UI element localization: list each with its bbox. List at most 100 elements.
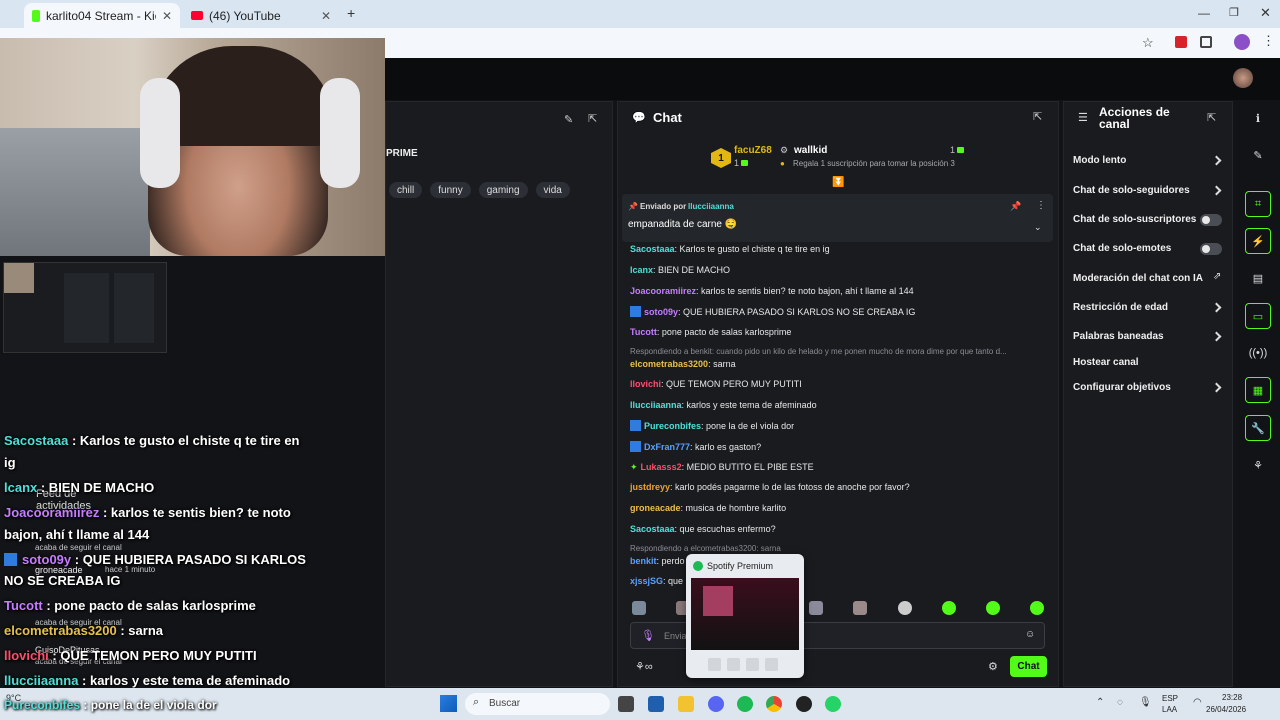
chat-username[interactable]: Joacooramiirez — [630, 286, 696, 296]
tab-youtube[interactable]: (46) YouTube ✕ — [183, 3, 339, 28]
screenshot-icon[interactable]: ⌗ — [1245, 191, 1271, 217]
chat-username[interactable]: justdreyy — [630, 482, 670, 492]
network-icon[interactable]: ◌ — [1117, 697, 1123, 708]
edit-pencil-icon[interactable]: ✎ — [564, 113, 573, 126]
maximize-icon[interactable]: ❐ — [1229, 6, 1239, 19]
store-icon[interactable] — [648, 696, 664, 712]
extensions-puzzle-icon[interactable] — [1200, 36, 1212, 48]
stream-tag[interactable]: chill — [389, 182, 423, 198]
close-tab-icon[interactable]: ✕ — [162, 9, 172, 23]
emoji-icon[interactable]: ☺ — [1025, 629, 1035, 640]
language-indicator[interactable]: ESP — [1162, 694, 1178, 703]
action-set-goals[interactable]: Configurar objetivos — [1073, 382, 1171, 393]
stream-tag[interactable]: funny — [430, 182, 471, 198]
edit-pencil-icon[interactable]: ✎ — [1245, 142, 1271, 168]
avatar[interactable] — [1233, 68, 1253, 88]
back-icon[interactable] — [727, 658, 740, 671]
send-chat-button[interactable]: Chat — [1010, 656, 1047, 677]
clock-time[interactable]: 23:28 — [1222, 693, 1242, 702]
tab-kick-dashboard[interactable]: karlito04 Stream - Kick Dashbo ✕ — [24, 3, 180, 28]
menu-dots-icon[interactable]: ⋮ — [1262, 33, 1275, 49]
new-tab-button[interactable]: + — [347, 5, 355, 21]
emote-icon[interactable] — [809, 601, 823, 615]
subscribers-only-toggle[interactable] — [1200, 214, 1222, 226]
minimize-icon[interactable]: — — [1198, 6, 1210, 20]
pinned-sent-by-user[interactable]: llucciiaanna — [688, 202, 734, 211]
mod-tools-icon[interactable]: ⚘∞ — [635, 660, 653, 673]
leaderboard-second-user[interactable]: wallkid — [794, 145, 827, 156]
spotify-preview-popup[interactable]: Spotify Premium — [686, 554, 804, 678]
action-host-channel[interactable]: Hostear canal — [1073, 357, 1139, 368]
emote-icon[interactable] — [632, 601, 646, 615]
unpin-icon[interactable]: 📌 — [1010, 201, 1021, 212]
chat-username[interactable]: Lukasss2 — [641, 462, 682, 472]
chat-username[interactable]: llovichi — [630, 379, 661, 389]
emotes-only-toggle[interactable] — [1200, 243, 1222, 255]
wrench-icon[interactable]: 🔧 — [1245, 415, 1271, 441]
chat-username[interactable]: DxFran777 — [644, 442, 690, 452]
mod-tools-icon[interactable]: ⚘ — [1245, 452, 1271, 478]
info-icon[interactable]: ℹ — [1245, 105, 1271, 131]
emote-icon[interactable] — [1030, 601, 1044, 615]
chat-username[interactable]: Sacostaaa — [630, 524, 675, 534]
chat-username[interactable]: elcometrabas3200 — [630, 359, 708, 369]
chat-username[interactable]: xjssjSG — [630, 576, 663, 586]
chrome-icon[interactable] — [766, 696, 782, 712]
popout-icon[interactable]: ⇱ — [1207, 111, 1216, 124]
stream-tag[interactable]: gaming — [478, 182, 528, 198]
extension-icon[interactable] — [1175, 36, 1187, 48]
language-indicator-sub[interactable]: LAA — [1162, 705, 1177, 714]
external-link-icon[interactable]: ⇗ — [1213, 271, 1221, 282]
emote-icon[interactable] — [853, 601, 867, 615]
chat-username[interactable]: soto09y — [644, 307, 678, 317]
popout-icon[interactable]: ⇱ — [588, 112, 597, 125]
action-followers-only[interactable]: Chat de solo-seguidores — [1073, 185, 1190, 196]
broadcast-icon[interactable]: ((•)) — [1245, 340, 1271, 366]
settings-gear-icon[interactable]: ⚙ — [988, 660, 998, 673]
reply-context[interactable]: Respondiendo a benkit: cuando pido un ki… — [630, 347, 1007, 356]
chat-bubble-icon[interactable]: ▭ — [1245, 303, 1271, 329]
chat-username[interactable]: groneacade — [630, 503, 681, 513]
leaderboard-first-user[interactable]: facuZ68 — [734, 145, 772, 156]
bookmark-star-icon[interactable]: ☆ — [1142, 35, 1154, 51]
chevron-down-icon[interactable]: ⌄ — [1034, 222, 1042, 233]
discord-icon[interactable] — [708, 696, 724, 712]
action-slow-mode[interactable]: Modo lento — [1073, 155, 1126, 166]
windows-start-icon[interactable] — [440, 695, 457, 712]
chat-username[interactable]: Tucott — [630, 327, 657, 337]
microphone-icon[interactable]: 🎙 — [1139, 697, 1152, 708]
action-ai-moderation[interactable]: Moderación del chat con IA — [1073, 273, 1203, 284]
next-icon[interactable] — [765, 658, 778, 671]
emote-icon[interactable] — [898, 601, 912, 615]
close-tab-icon[interactable]: ✕ — [321, 9, 331, 23]
action-age-restriction[interactable]: Restricción de edad — [1073, 302, 1168, 313]
action-banned-words[interactable]: Palabras baneadas — [1073, 331, 1164, 342]
file-explorer-icon[interactable] — [678, 696, 694, 712]
popout-icon[interactable]: ⇱ — [1033, 110, 1042, 123]
chat-username[interactable]: Sacostaaa — [630, 244, 675, 254]
wifi-icon[interactable]: ◠ — [1193, 697, 1202, 708]
gift-promo-text[interactable]: Regala 1 suscripción para tomar la posic… — [793, 159, 955, 168]
taskbar-search[interactable]: ⌕ Buscar — [465, 693, 610, 715]
task-view-icon[interactable] — [618, 696, 634, 712]
emote-icon[interactable] — [986, 601, 1000, 615]
stream-tag[interactable]: vida — [535, 182, 570, 198]
clock-date[interactable]: 26/04/2026 — [1206, 705, 1246, 714]
emote-icon[interactable] — [942, 601, 956, 615]
obs-icon[interactable] — [796, 696, 812, 712]
layout-icon[interactable]: ▦ — [1245, 377, 1271, 403]
reply-context[interactable]: Respondiendo a elcometrabas3200: sarna — [630, 544, 781, 553]
chat-username[interactable]: benkit — [630, 556, 657, 566]
previous-icon[interactable] — [708, 658, 721, 671]
chat-username[interactable]: lcanx — [630, 265, 653, 275]
notes-icon[interactable]: ▤ — [1245, 265, 1271, 291]
more-options-icon[interactable]: ⋮ — [1036, 200, 1046, 211]
chevron-up-icon[interactable]: ⌃ — [1096, 697, 1104, 708]
play-icon[interactable] — [746, 658, 759, 671]
whatsapp-icon[interactable] — [825, 696, 841, 712]
collapse-arrow-icon[interactable]: ⏬ — [832, 177, 844, 188]
microphone-icon[interactable]: 🎙 — [641, 629, 655, 642]
chat-username[interactable]: llucciiaanna — [630, 400, 682, 410]
spotify-taskbar-icon[interactable] — [737, 696, 753, 712]
lightning-icon[interactable]: ⚡ — [1245, 228, 1271, 254]
